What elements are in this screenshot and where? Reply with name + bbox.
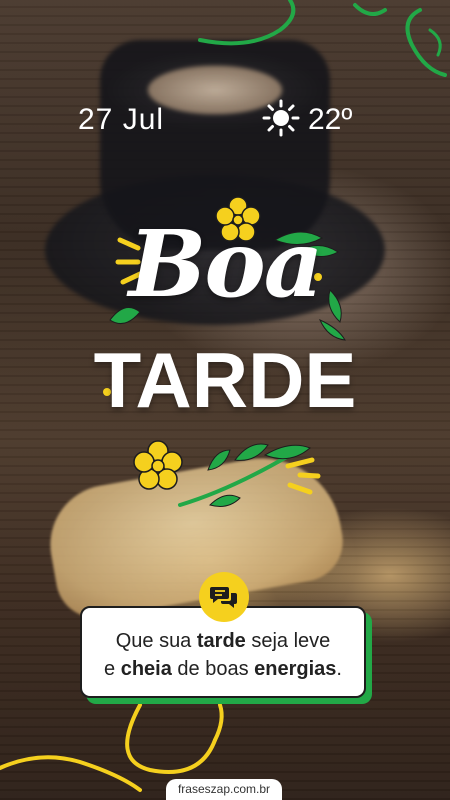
message-line-1: Que sua tarde seja leve <box>115 630 331 652</box>
title-tarde: TARDE <box>93 336 357 424</box>
flower-icon <box>133 440 183 490</box>
temperature-label: 22º <box>308 103 353 136</box>
weather-widget: 22º <box>262 99 353 141</box>
date-label: 27 Jul <box>78 103 165 136</box>
title-boa: Boa <box>128 210 324 318</box>
message-line-2: e cheia de boas energias. <box>104 658 342 680</box>
greeting-card: 27 Jul 22º Boa TARDE Que sua tarde seja … <box>0 0 450 800</box>
site-watermark: fraseszap.com.br <box>166 779 282 800</box>
chat-bubbles-icon <box>199 572 249 622</box>
sun-icon <box>262 99 300 141</box>
